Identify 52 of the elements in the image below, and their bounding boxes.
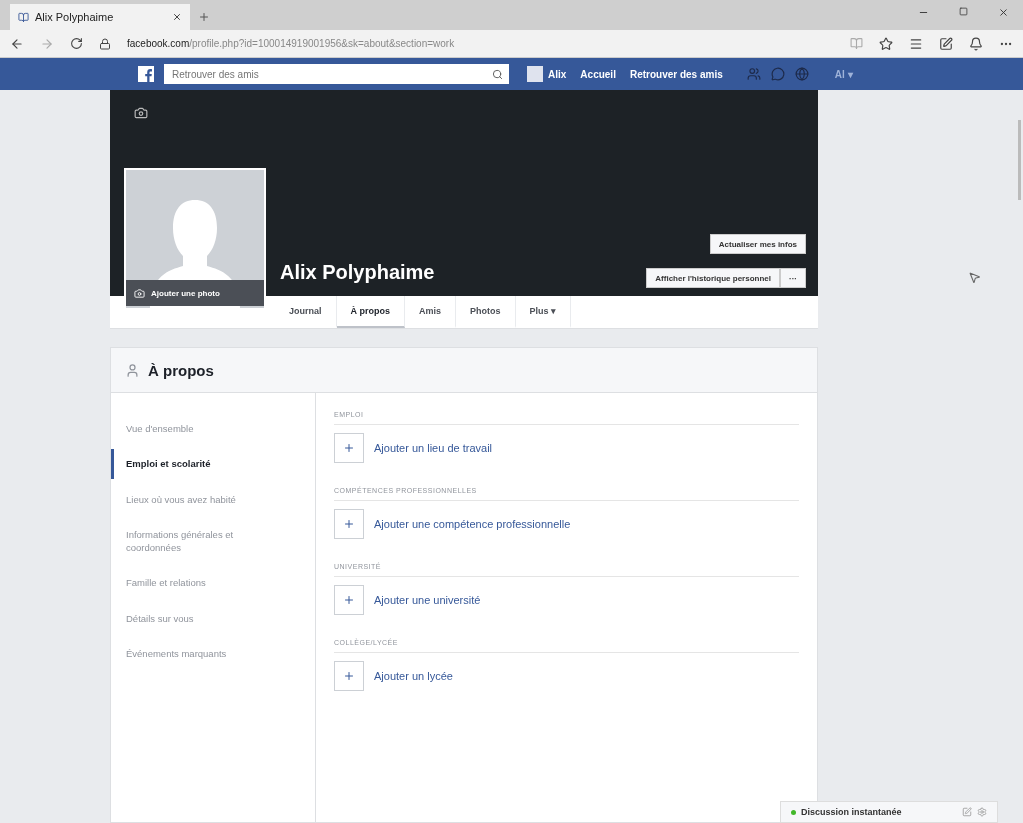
note-icon[interactable] [939, 36, 953, 51]
sidebar-item[interactable]: Emploi et scolarité [111, 449, 261, 479]
add-button[interactable] [334, 509, 364, 539]
add-button[interactable] [334, 433, 364, 463]
profile-tab[interactable]: Amis [405, 296, 457, 328]
plus-icon [343, 594, 355, 606]
nav-link[interactable]: Retrouver des amis [629, 68, 723, 80]
profile-tab[interactable]: Journal [275, 296, 337, 328]
close-icon[interactable] [172, 12, 182, 22]
chat-label: Discussion instantanée [801, 807, 903, 817]
search-input[interactable]: Retrouver des amis [170, 67, 492, 81]
camera-icon [134, 287, 145, 299]
profile-tab[interactable]: Photos [456, 296, 516, 328]
search-icon[interactable] [492, 68, 503, 80]
favorite-icon[interactable] [879, 36, 893, 51]
add-photo-button[interactable]: Ajouter une photo [126, 280, 264, 306]
more-button[interactable]: ··· [780, 268, 806, 288]
update-info-button[interactable]: Actualiser mes infos [709, 234, 806, 254]
browser-tab[interactable]: Alix Polyphaime [10, 4, 190, 30]
add-link[interactable]: Ajouter une compétence professionnelle [374, 518, 571, 530]
cursor-icon [968, 271, 981, 284]
nav-link[interactable]: Accueil [580, 68, 616, 80]
new-tab-icon[interactable] [198, 11, 210, 23]
card-title: À propos [148, 361, 214, 379]
add-photo-label: Ajouter une photo [151, 288, 220, 298]
profile-link[interactable]: Alix [527, 66, 567, 82]
add-button[interactable] [334, 661, 364, 691]
plus-icon [343, 518, 355, 530]
tab-title: Alix Polyphaime [35, 11, 115, 23]
avatar-icon [527, 66, 543, 82]
close-icon[interactable] [998, 6, 1009, 18]
maximize-icon[interactable] [959, 6, 968, 16]
back-icon[interactable] [10, 36, 24, 51]
add-link[interactable]: Ajouter une université [374, 594, 481, 606]
activity-log-button[interactable]: Afficher l'historique personnel [646, 268, 780, 288]
page-icon [18, 11, 29, 23]
camera-icon[interactable] [134, 106, 148, 120]
add-button[interactable] [334, 585, 364, 615]
profile-tab[interactable]: À propos [336, 296, 405, 328]
plus-icon [343, 442, 355, 454]
logo-icon[interactable] [138, 66, 154, 82]
hub-icon[interactable] [909, 36, 923, 51]
person-icon [125, 362, 140, 378]
address-field[interactable]: facebook.com/profile.php?id=100014919001956&sk=about&section=work [127, 38, 455, 49]
profile-tab[interactable]: Plus ▾ [515, 296, 572, 328]
lock-icon [99, 37, 111, 50]
search-bar[interactable]: Retrouver des amis [164, 64, 509, 84]
reload-icon[interactable] [70, 37, 83, 50]
add-link[interactable]: Ajouter un lycée [374, 670, 453, 682]
add-link[interactable]: Ajouter un lieu de travail [374, 442, 492, 454]
plus-icon [343, 670, 355, 682]
profile-name: Alix Polyphaime [280, 261, 436, 285]
